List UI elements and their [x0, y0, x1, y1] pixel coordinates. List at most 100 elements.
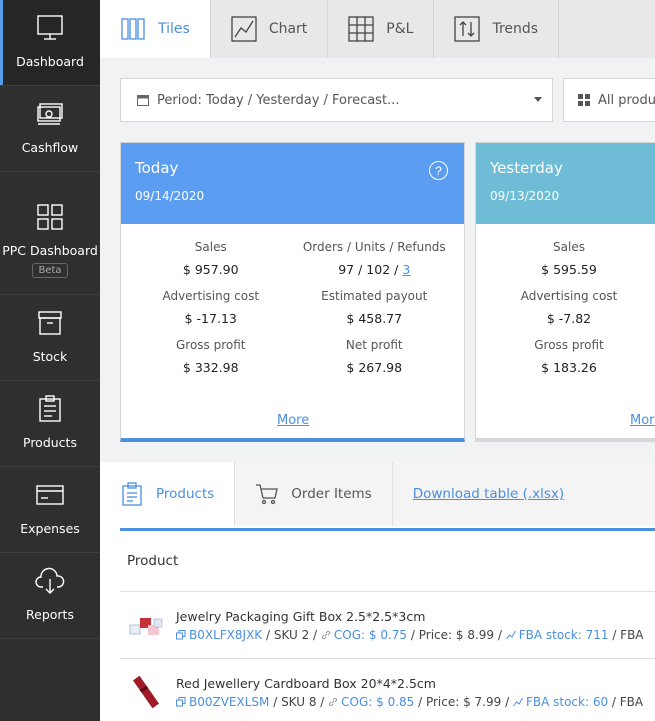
table-row[interactable]: Red Jewellery Cardboard Box 20*4*2.5cm B…	[120, 659, 655, 721]
sidebar-item-dashboard[interactable]: Dashboard	[0, 0, 100, 86]
sidebar-item-expenses[interactable]: Expenses	[0, 467, 100, 553]
metric-value: $ -7.82	[546, 311, 592, 326]
more-link[interactable]: More	[277, 413, 309, 428]
sidebar-item-label: Products	[23, 435, 77, 450]
column-header-product[interactable]: Product	[120, 531, 655, 592]
table-tabs: Products Order Items Download table (.xl…	[100, 462, 655, 526]
metric-value: $ 183.26	[541, 360, 597, 375]
tab-label: P&L	[386, 21, 414, 37]
trend-icon	[513, 697, 523, 706]
sidebar-item-ppc-dashboard[interactable]: PPC Dashboard Beta	[0, 172, 100, 295]
fba-stock-link[interactable]: FBA stock: 711	[519, 628, 609, 642]
tile-metrics: Sales $ 595.59 Advertising cost $ -7.82 …	[476, 224, 655, 375]
table-row[interactable]: Jewelry Packaging Gift Box 2.5*2.5*3cm B…	[120, 592, 655, 659]
line-chart-icon	[231, 16, 257, 42]
product-meta: B0XLFX8JXK / SKU 2 / COG: $ 0.75 / Price…	[176, 628, 644, 642]
metric-value: 97 / 102 / 3	[293, 262, 457, 277]
metric-net-profit: Net profit $ 267.98	[293, 338, 457, 375]
sidebar-item-reports[interactable]: Reports	[0, 553, 100, 639]
fba-tail: / FBA	[608, 694, 644, 709]
tab-label: Chart	[268, 21, 308, 37]
fba-tail: / FBA	[608, 627, 644, 642]
sidebar: Dashboard Cashflow PPC Dashboard Beta St…	[0, 0, 100, 721]
product-name: Red Jewellery Cardboard Box 20*4*2.5cm	[176, 675, 436, 691]
copy-icon[interactable]	[176, 629, 186, 640]
tab-tiles[interactable]: Tiles	[100, 0, 211, 58]
tiles-icon	[121, 18, 145, 40]
tab-pnl[interactable]: P&L	[328, 0, 435, 58]
sku-text: / SKU 2 /	[262, 627, 321, 642]
tab-order-items[interactable]: Order Items	[235, 462, 393, 526]
metric-label: Gross profit	[175, 338, 246, 352]
tile-today: Today 09/14/2020 ? Sales $ 957.90 Orders…	[120, 142, 465, 442]
sidebar-item-label: Dashboard	[16, 54, 84, 69]
cash-icon	[34, 98, 66, 130]
refunds-link[interactable]: 3	[402, 262, 410, 277]
product-info: Red Jewellery Cardboard Box 20*4*2.5cm B…	[176, 676, 643, 709]
tile-date: 09/14/2020	[135, 189, 205, 203]
metric-label: Orders / Units / Refunds	[302, 240, 446, 254]
metric-estimated-payout: Estimated payout $ 458.77	[293, 289, 457, 326]
metric-value: $ 267.98	[346, 360, 403, 375]
tab-trends[interactable]: Trends	[434, 0, 560, 58]
product-name: Jewelry Packaging Gift Box 2.5*2.5*3cm	[176, 608, 426, 624]
products-select-value: All produ	[598, 92, 655, 108]
sidebar-item-stock[interactable]: Stock	[0, 295, 100, 381]
chevron-down-icon	[534, 97, 542, 102]
trends-icon	[454, 16, 481, 42]
asin-link[interactable]: B0XLFX8JXK	[189, 628, 262, 642]
product-thumbnail	[129, 618, 163, 635]
metric-value: $ 458.77	[346, 311, 403, 326]
tile-header: Yesterday 09/13/2020	[476, 143, 655, 224]
metric-label: Gross profit	[534, 338, 604, 352]
download-table-link[interactable]: Download table (.xlsx)	[393, 462, 584, 526]
tab-products[interactable]: Products	[100, 462, 236, 526]
link-icon	[329, 697, 338, 706]
tile-title: Today	[135, 159, 179, 177]
card-icon	[34, 479, 66, 511]
copy-icon[interactable]	[176, 696, 186, 707]
tile-yesterday: Yesterday 09/13/2020 Sales $ 595.59 Adve…	[475, 142, 655, 442]
period-select[interactable]: Period: Today / Yesterday / Forecast...	[120, 78, 553, 122]
metric-value: $ 332.98	[182, 360, 239, 375]
tab-chart[interactable]: Chart	[211, 0, 329, 58]
price-text: / Price: $ 8.99 /	[407, 627, 506, 642]
sidebar-item-label: Stock	[32, 349, 68, 364]
products-table: Product Jewelry Packaging Gift Box 2.5*2…	[120, 528, 655, 721]
tile-metrics: Sales $ 957.90 Orders / Units / Refunds …	[121, 224, 464, 375]
sidebar-item-products[interactable]: Products	[0, 381, 100, 467]
metric-value: $ 957.90	[182, 262, 239, 277]
sidebar-item-label: Expenses	[20, 521, 80, 536]
metric-advertising-cost: Advertising cost $ -17.13	[129, 289, 293, 326]
cart-icon	[256, 484, 279, 505]
cog-link[interactable]: COG: $ 0.75	[334, 628, 407, 642]
sidebar-item-label: Cashflow	[21, 140, 79, 155]
cloud-download-icon	[34, 565, 66, 597]
help-icon[interactable]: ?	[429, 161, 448, 180]
price-text: / Price: $ 7.99 /	[414, 694, 513, 709]
metric-label: Estimated payout	[321, 289, 428, 303]
metric-sales: Sales $ 957.90	[129, 240, 293, 277]
metric-label: Advertising cost	[162, 289, 260, 303]
metric-label: Advertising cost	[520, 289, 618, 303]
grid-small-icon	[578, 94, 590, 106]
trend-icon	[505, 630, 516, 639]
tile-date: 09/13/2020	[490, 189, 560, 203]
clipboard-icon	[34, 393, 66, 425]
more-link[interactable]: More	[630, 413, 655, 428]
cog-link[interactable]: COG: $ 0.85	[341, 695, 414, 709]
sidebar-item-cashflow[interactable]: Cashflow	[0, 86, 100, 172]
period-select-value: Period: Today / Yesterday / Forecast...	[157, 92, 400, 108]
asin-link[interactable]: B00ZVEXLSM	[189, 695, 269, 709]
metric-label: Net profit	[345, 338, 403, 352]
monitor-icon	[34, 12, 66, 44]
product-thumbnail	[132, 675, 160, 709]
tab-label: Products	[156, 486, 215, 502]
metric-orders: Orders / Units / Refunds 97 / 102 / 3	[293, 240, 457, 277]
beta-badge: Beta	[32, 263, 68, 278]
metric-value-text: 97 / 102 /	[338, 262, 403, 277]
metric-sales: Sales $ 595.59	[484, 240, 654, 277]
fba-stock-link[interactable]: FBA stock: 60	[526, 695, 608, 709]
sidebar-item-label: Reports	[26, 607, 74, 622]
products-select[interactable]: All produ	[563, 78, 655, 122]
